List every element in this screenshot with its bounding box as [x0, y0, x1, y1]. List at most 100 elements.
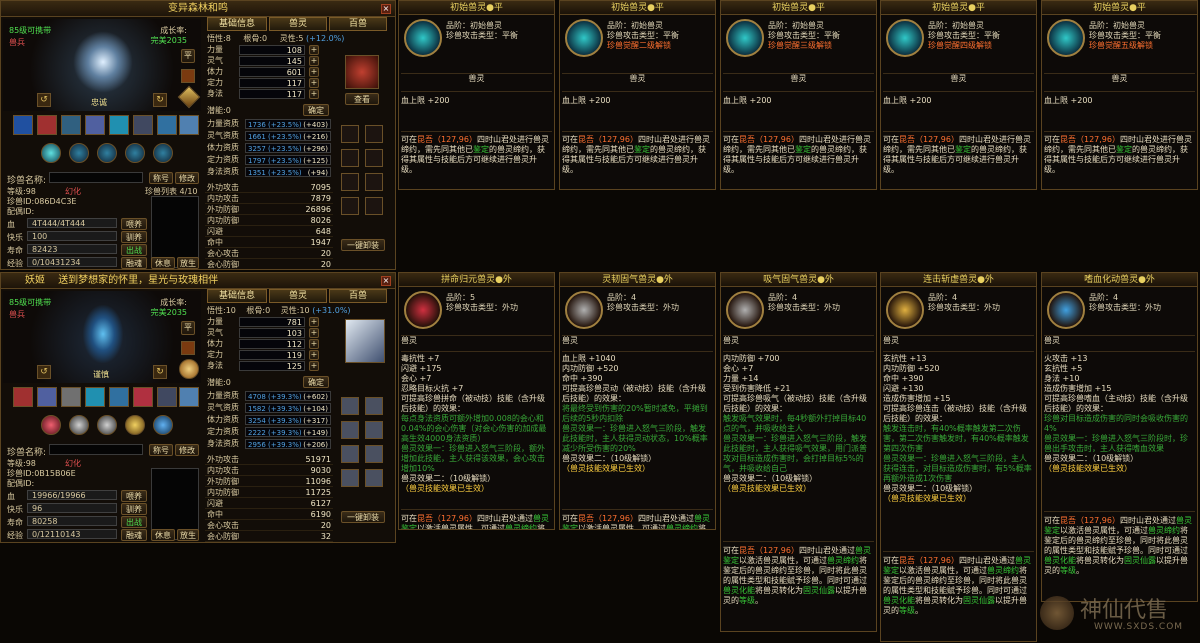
- skill-icon[interactable]: [13, 115, 33, 135]
- skill-icon[interactable]: [37, 115, 57, 135]
- equip-slot-icon[interactable]: [365, 197, 383, 215]
- spirit-card[interactable]: 灵韧固气兽灵●外 品阶：4 珍兽攻击类型：外功 兽灵 血上限 +1040 内功防御 +52…: [559, 272, 716, 530]
- rotate-left-icon[interactable]: ↺: [37, 93, 51, 107]
- equip-slot-icon[interactable]: [365, 397, 383, 415]
- spirit-card[interactable]: 初始兽灵●平 品阶：初始兽灵 珍兽攻击类型：平衡 珍兽觉醒二级解锁 兽灵 血上限 +200…: [559, 0, 716, 190]
- tame-button[interactable]: 驯养: [121, 231, 147, 243]
- tame-button[interactable]: 驯养: [121, 503, 147, 515]
- equip-slot-icon[interactable]: [365, 445, 383, 463]
- equip-slot-icon[interactable]: [365, 421, 383, 439]
- rest-button[interactable]: 休息: [151, 257, 175, 269]
- rotate-right-icon[interactable]: ↻: [153, 365, 167, 379]
- equip-slot-icon[interactable]: [365, 469, 383, 487]
- spirit-card[interactable]: 拼命归元兽灵●外 品阶：5 珍兽攻击类型：外功 兽灵 毒抗性 +7 闪避 +175 会心 +…: [398, 272, 555, 530]
- skill-icon[interactable]: [179, 115, 199, 135]
- equip-slot-icon[interactable]: [365, 149, 383, 167]
- out-button[interactable]: 出战: [121, 516, 147, 528]
- skill-icon[interactable]: [157, 387, 177, 407]
- spirit-slot-icon[interactable]: [153, 415, 173, 435]
- gold-flower-icon[interactable]: [179, 359, 199, 379]
- close-icon[interactable]: ×: [381, 4, 391, 14]
- spirit-slot-icon[interactable]: [41, 143, 61, 163]
- equip-slot-icon[interactable]: [341, 149, 359, 167]
- equip-slot-icon[interactable]: [341, 197, 359, 215]
- spirit-card[interactable]: 吸气固气兽灵●外 品阶：4 珍兽攻击类型：外功 兽灵 内功防御 +700 会心 +7 力量 …: [720, 272, 877, 632]
- spirit-slot-icon[interactable]: [69, 415, 89, 435]
- skill-icon[interactable]: [133, 115, 153, 135]
- equip-slot-icon[interactable]: [341, 469, 359, 487]
- feed-button[interactable]: 喂养: [121, 490, 147, 502]
- pin-button[interactable]: 平: [181, 321, 195, 335]
- skill-icon[interactable]: [37, 387, 57, 407]
- spirit-card[interactable]: 连击斩虚兽灵●外 品阶：4 珍兽攻击类型：外功 兽灵 玄抗性 +13 内功防御 +520 命…: [880, 272, 1037, 642]
- skill-icon[interactable]: [61, 115, 81, 135]
- equip-slot-icon[interactable]: [365, 125, 383, 143]
- spirit-card[interactable]: 初始兽灵●平 品阶：初始兽灵 珍兽攻击类型：平衡 兽灵 血上限 +200 可在昆吾（127…: [398, 0, 555, 190]
- pet-name-input[interactable]: [49, 172, 143, 183]
- diamond-icon[interactable]: [177, 85, 201, 109]
- attr-add-button[interactable]: +: [309, 328, 319, 338]
- spirit-card[interactable]: 嗜血化动兽灵●外 品阶：4 珍兽攻击类型：外功 兽灵 火攻击 +13 玄抗性 +5 身法 +…: [1041, 272, 1198, 602]
- pin-button[interactable]: 平: [181, 49, 195, 63]
- attr-add-button[interactable]: +: [309, 56, 319, 66]
- attr-add-button[interactable]: +: [309, 67, 319, 77]
- spirit-card[interactable]: 初始兽灵●平 品阶：初始兽灵 珍兽攻击类型：平衡 珍兽觉醒三级解锁 兽灵 血上限 +200…: [720, 0, 877, 190]
- attr-add-button[interactable]: +: [309, 45, 319, 55]
- skill-icon[interactable]: [61, 387, 81, 407]
- equip-slot-icon[interactable]: [341, 445, 359, 463]
- attr-add-button[interactable]: +: [309, 361, 319, 371]
- pet-name-input[interactable]: [49, 444, 143, 455]
- skill-icon[interactable]: [85, 115, 105, 135]
- confirm-button[interactable]: 确定: [303, 104, 329, 116]
- spirit-card[interactable]: 初始兽灵●平 品阶：初始兽灵 珍兽攻击类型：平衡 珍兽觉醒五级解锁 兽灵 血上限 +200…: [1041, 0, 1198, 190]
- spirit-slot-icon[interactable]: [153, 143, 173, 163]
- breed-button[interactable]: 融魂: [121, 257, 147, 269]
- skill-icon[interactable]: [109, 387, 129, 407]
- equip-slot-icon[interactable]: [341, 125, 359, 143]
- tab-hundred-beasts[interactable]: 百兽: [329, 17, 387, 31]
- rest-button[interactable]: 休息: [151, 529, 175, 541]
- spirit-slot-icon[interactable]: [125, 415, 145, 435]
- equip-slot-icon[interactable]: [341, 173, 359, 191]
- look-button[interactable]: 查看: [345, 93, 379, 105]
- skill-icon[interactable]: [157, 115, 177, 135]
- unload-button[interactable]: 一键卸装: [341, 511, 385, 523]
- spirit-slot-icon[interactable]: [97, 143, 117, 163]
- equip-slot-icon[interactable]: [365, 173, 383, 191]
- tab-basic-info[interactable]: 基础信息: [207, 289, 267, 303]
- attr-add-button[interactable]: +: [309, 339, 319, 349]
- title-button[interactable]: 称号: [149, 172, 173, 184]
- gem-icon[interactable]: [181, 69, 195, 83]
- skill-icon[interactable]: [13, 387, 33, 407]
- rotate-left-icon[interactable]: ↺: [37, 365, 51, 379]
- skill-icon[interactable]: [133, 387, 153, 407]
- spirit-card[interactable]: 初始兽灵●平 品阶：初始兽灵 珍兽攻击类型：平衡 珍兽觉醒四级解锁 兽灵 血上限 +200…: [880, 0, 1037, 190]
- tab-basic-info[interactable]: 基础信息: [207, 17, 267, 31]
- confirm-button[interactable]: 确定: [303, 376, 329, 388]
- spirit-slot-icon[interactable]: [41, 415, 61, 435]
- attr-add-button[interactable]: +: [309, 350, 319, 360]
- attr-add-button[interactable]: +: [309, 89, 319, 99]
- title-button[interactable]: 称号: [149, 444, 173, 456]
- out-button[interactable]: 出战: [121, 244, 147, 256]
- modify-button[interactable]: 修改: [175, 444, 199, 456]
- equip-slot-icon[interactable]: [341, 421, 359, 439]
- skill-icon[interactable]: [85, 387, 105, 407]
- release-button[interactable]: 放生: [177, 529, 199, 541]
- feed-button[interactable]: 喂养: [121, 218, 147, 230]
- tab-spirit[interactable]: 兽灵: [269, 289, 327, 303]
- gem-icon[interactable]: [181, 341, 195, 355]
- modify-button[interactable]: 修改: [175, 172, 199, 184]
- release-button[interactable]: 放生: [177, 257, 199, 269]
- breed-button[interactable]: 融魂: [121, 529, 147, 541]
- spirit-slot-icon[interactable]: [97, 415, 117, 435]
- close-icon[interactable]: ×: [381, 276, 391, 286]
- skill-icon[interactable]: [109, 115, 129, 135]
- tab-spirit[interactable]: 兽灵: [269, 17, 327, 31]
- tab-hundred-beasts[interactable]: 百兽: [329, 289, 387, 303]
- attr-add-button[interactable]: +: [309, 317, 319, 327]
- equip-slot-icon[interactable]: [341, 397, 359, 415]
- unload-button[interactable]: 一键卸装: [341, 239, 385, 251]
- spirit-slot-icon[interactable]: [125, 143, 145, 163]
- weapon-icon[interactable]: [345, 319, 385, 363]
